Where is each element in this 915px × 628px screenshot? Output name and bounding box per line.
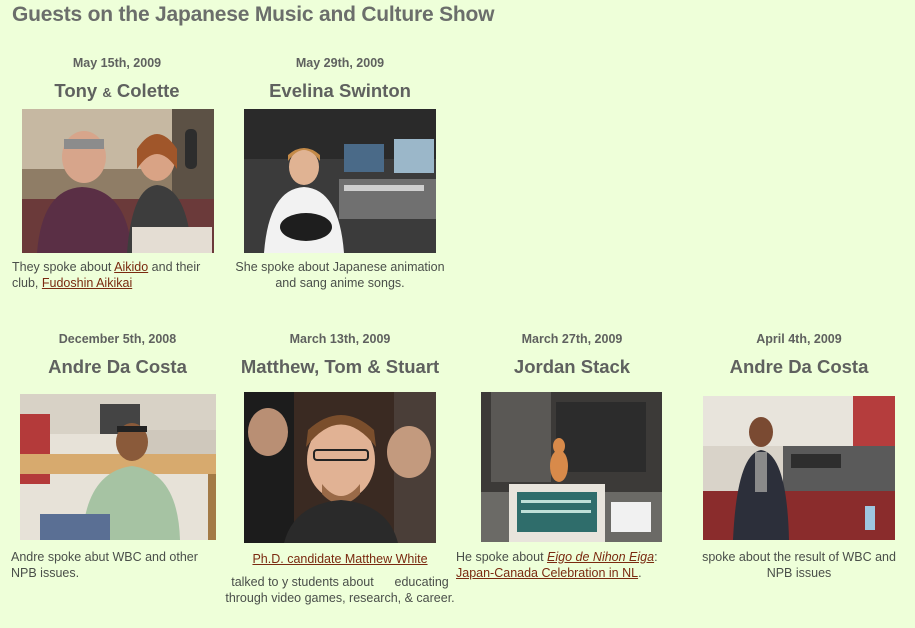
guest-card-matthew-tom-stuart: March 13th, 2009 Matthew, Tom & Stuart bbox=[236, 332, 444, 378]
guest-photo-tony-colette bbox=[22, 109, 214, 253]
guest-date: March 13th, 2009 bbox=[289, 332, 391, 346]
guest-description: talked to y students about educating thr… bbox=[225, 575, 455, 605]
guest-description: He spoke about Eigo de Nihon Eiga: Japan… bbox=[456, 550, 658, 580]
guest-date: March 27th, 2009 bbox=[521, 332, 623, 346]
link-japan-canada-celebration[interactable]: Japan-Canada Celebration in NL bbox=[456, 566, 638, 580]
guest-card-tony-colette: May 15th, 2009 Tony & Colette bbox=[14, 56, 220, 102]
link-aikido[interactable]: Aikido bbox=[114, 260, 148, 274]
guest-description: spoke about the result of WBC and NPB is… bbox=[702, 550, 896, 580]
guest-photo-andre-dec bbox=[20, 394, 216, 540]
guest-date: May 29th, 2009 bbox=[295, 56, 385, 70]
guest-description: Andre spoke abut WBC and other NPB issue… bbox=[11, 550, 198, 580]
guest-photo-jordan bbox=[481, 392, 662, 542]
guest-photo-matthew bbox=[244, 392, 436, 543]
guest-date: December 5th, 2008 bbox=[58, 332, 177, 346]
link-fudoshin-aikikai[interactable]: Fudoshin Aikikai bbox=[42, 276, 132, 290]
guest-photo-andre-apr bbox=[703, 396, 895, 540]
guest-name: Tony & Colette bbox=[54, 80, 180, 101]
guest-date: April 4th, 2009 bbox=[756, 332, 842, 346]
guest-description: She spoke about Japanese animation and s… bbox=[235, 260, 445, 290]
guest-name: Matthew, Tom & Stuart bbox=[240, 356, 440, 377]
guest-card-jordan: March 27th, 2009 Jordan Stack bbox=[468, 332, 676, 378]
guest-link-wrap: Ph.D. candidate Matthew White bbox=[233, 551, 447, 567]
guest-name: Jordan Stack bbox=[513, 356, 631, 377]
guest-description: They spoke about Aikido and their club, … bbox=[12, 260, 201, 290]
guest-card-andre-dec: December 5th, 2008 Andre Da Costa bbox=[15, 332, 220, 378]
link-matthew-white[interactable]: Ph.D. candidate Matthew White bbox=[252, 552, 427, 566]
guest-name: Andre Da Costa bbox=[729, 356, 869, 377]
guest-card-evelina: May 29th, 2009 Evelina Swinton bbox=[238, 56, 442, 102]
guest-card-andre-apr: April 4th, 2009 Andre Da Costa bbox=[694, 332, 904, 378]
guest-name: Evelina Swinton bbox=[269, 80, 411, 101]
link-eigo-de-nihon-eiga[interactable]: Eigo de Nihon Eiga bbox=[547, 550, 654, 564]
guest-name: Andre Da Costa bbox=[48, 356, 187, 377]
guest-date: May 15th, 2009 bbox=[72, 56, 162, 70]
page-title: Guests on the Japanese Music and Culture… bbox=[12, 3, 495, 26]
guest-photo-evelina bbox=[244, 109, 436, 253]
